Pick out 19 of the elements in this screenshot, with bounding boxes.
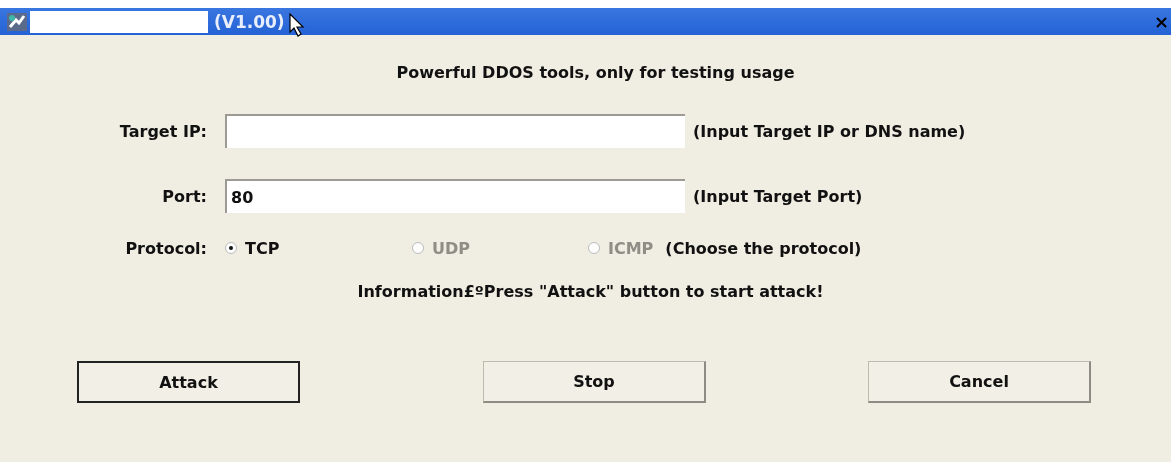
field-label: Target IP:: [118, 121, 207, 141]
attack-button[interactable]: Attack: [77, 361, 300, 403]
heading-text: Powerful DDOS tools, only for testing usage: [395, 63, 796, 82]
close-button[interactable]: ×: [1153, 11, 1169, 32]
radio-button[interactable]: [225, 242, 237, 254]
field-hint: (Input Target IP or DNS name): [693, 121, 966, 141]
field-hint: (Choose the protocol): [665, 238, 862, 258]
radio-option[interactable]: TCP: [225, 238, 412, 258]
cursor-icon: [288, 12, 307, 37]
input-field[interactable]: [225, 114, 685, 148]
stop-button[interactable]: Stop: [483, 361, 706, 403]
field-hint: (Input Target Port): [693, 186, 863, 206]
field-label: Port:: [161, 186, 207, 206]
input-field[interactable]: 80: [225, 179, 685, 213]
window-title: (V1.00): [214, 11, 285, 32]
app-icon: [6, 11, 28, 32]
info-text: Information£ºPress "Attack" button to start attack!: [356, 282, 825, 301]
cancel-button[interactable]: Cancel: [868, 361, 1091, 403]
field-label: Protocol:: [124, 238, 207, 258]
